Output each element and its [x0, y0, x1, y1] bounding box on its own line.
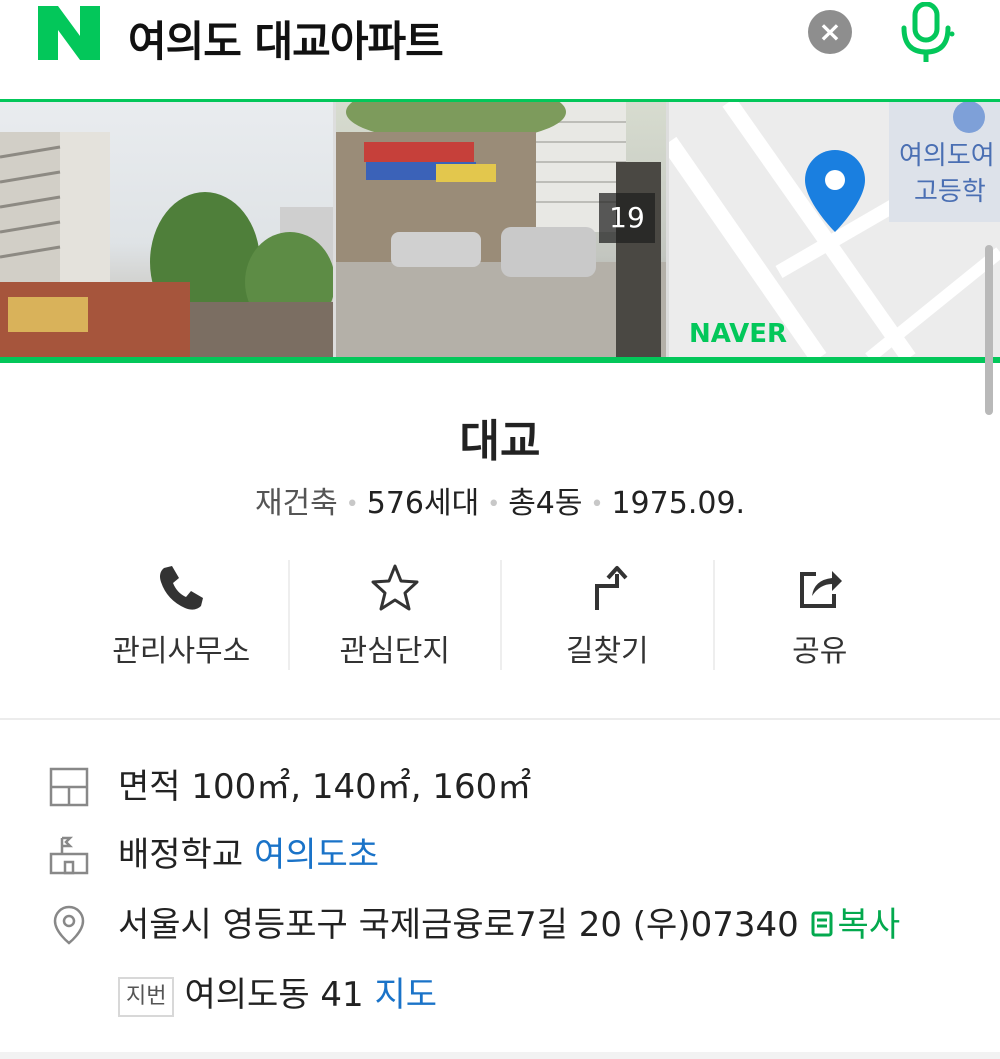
- school-row: 배정학교 여의도초: [48, 830, 968, 880]
- separator-dot: •: [345, 492, 359, 517]
- road-address: 서울시 영등포구 국제금융로7길 20 (우)07340: [118, 905, 799, 945]
- phone-icon: [160, 566, 204, 610]
- complex-type: 재건축: [254, 486, 338, 521]
- lot-address: 여의도동 41: [184, 975, 364, 1015]
- location-pin-icon: [53, 905, 85, 945]
- action-label: 관리사무소: [112, 634, 251, 669]
- clear-search-button[interactable]: ×: [808, 10, 852, 54]
- complex-households: 576세대: [366, 486, 480, 521]
- map-label-school-1: 여의도여: [899, 141, 995, 171]
- search-query[interactable]: 여의도 대교아파트: [128, 8, 444, 69]
- copy-label: 복사: [837, 905, 901, 945]
- complex-name: 대교: [459, 416, 541, 467]
- management-office-button[interactable]: 관리사무소: [75, 560, 288, 670]
- school-link[interactable]: 여의도초: [254, 835, 379, 875]
- section-bottom-divider: [0, 1052, 1000, 1059]
- directions-icon: [595, 566, 628, 610]
- area-row: 면적 100㎡, 140㎡, 160㎡: [48, 762, 968, 812]
- action-label: 길찾기: [565, 634, 649, 669]
- scrollbar[interactable]: [985, 245, 993, 415]
- photo-strip-divider: [0, 357, 1000, 363]
- search-header: 여의도 대교아파트 ×: [0, 0, 1000, 100]
- share-button[interactable]: 공유: [712, 560, 926, 670]
- copy-icon: [811, 911, 833, 937]
- lot-address-row: 지번 여의도동 41 지도: [48, 970, 968, 1020]
- favorite-complex-button[interactable]: 관심단지: [287, 560, 501, 670]
- map-link[interactable]: 지도: [375, 975, 438, 1015]
- map-label-school-2: 고등학: [914, 177, 986, 207]
- complex-built-date: 1975.09.: [611, 486, 746, 521]
- apartment-photo-1[interactable]: [0, 102, 333, 358]
- star-icon: [371, 564, 419, 611]
- section-divider: [0, 718, 1000, 720]
- separator-dot: •: [590, 492, 604, 517]
- floorplan-icon: [49, 767, 89, 807]
- photo-count-badge[interactable]: 19: [599, 193, 655, 243]
- directions-button[interactable]: 길찾기: [500, 560, 713, 670]
- school-icon: [49, 836, 89, 875]
- address-row: 서울시 영등포구 국제금융로7길 20 (우)07340 복사: [48, 900, 968, 950]
- copy-address-button[interactable]: 복사: [810, 905, 901, 945]
- action-label: 관심단지: [339, 634, 450, 669]
- complex-summary: 재건축 • 576세대 • 총4동 • 1975.09.: [0, 478, 1000, 522]
- photo-strip[interactable]: 여의도여 고등학 NAVER: [0, 102, 1000, 358]
- area-label: 면적: [118, 767, 181, 807]
- lot-number-badge: 지번: [118, 976, 175, 1017]
- microphone-icon[interactable]: [896, 2, 956, 64]
- action-label: 공유: [792, 634, 848, 669]
- school-label: 배정학교: [118, 835, 244, 875]
- complex-buildings: 총4동: [508, 486, 583, 521]
- action-bar: 관리사무소 관심단지 길찾기 공유: [75, 560, 925, 670]
- area-value: 100㎡, 140㎡, 160㎡: [191, 767, 532, 807]
- map-naver-watermark: NAVER: [689, 319, 787, 349]
- share-icon: [799, 571, 842, 608]
- location-map[interactable]: 여의도여 고등학 NAVER: [669, 102, 1000, 358]
- naver-logo[interactable]: [38, 6, 100, 60]
- separator-dot: •: [487, 492, 501, 517]
